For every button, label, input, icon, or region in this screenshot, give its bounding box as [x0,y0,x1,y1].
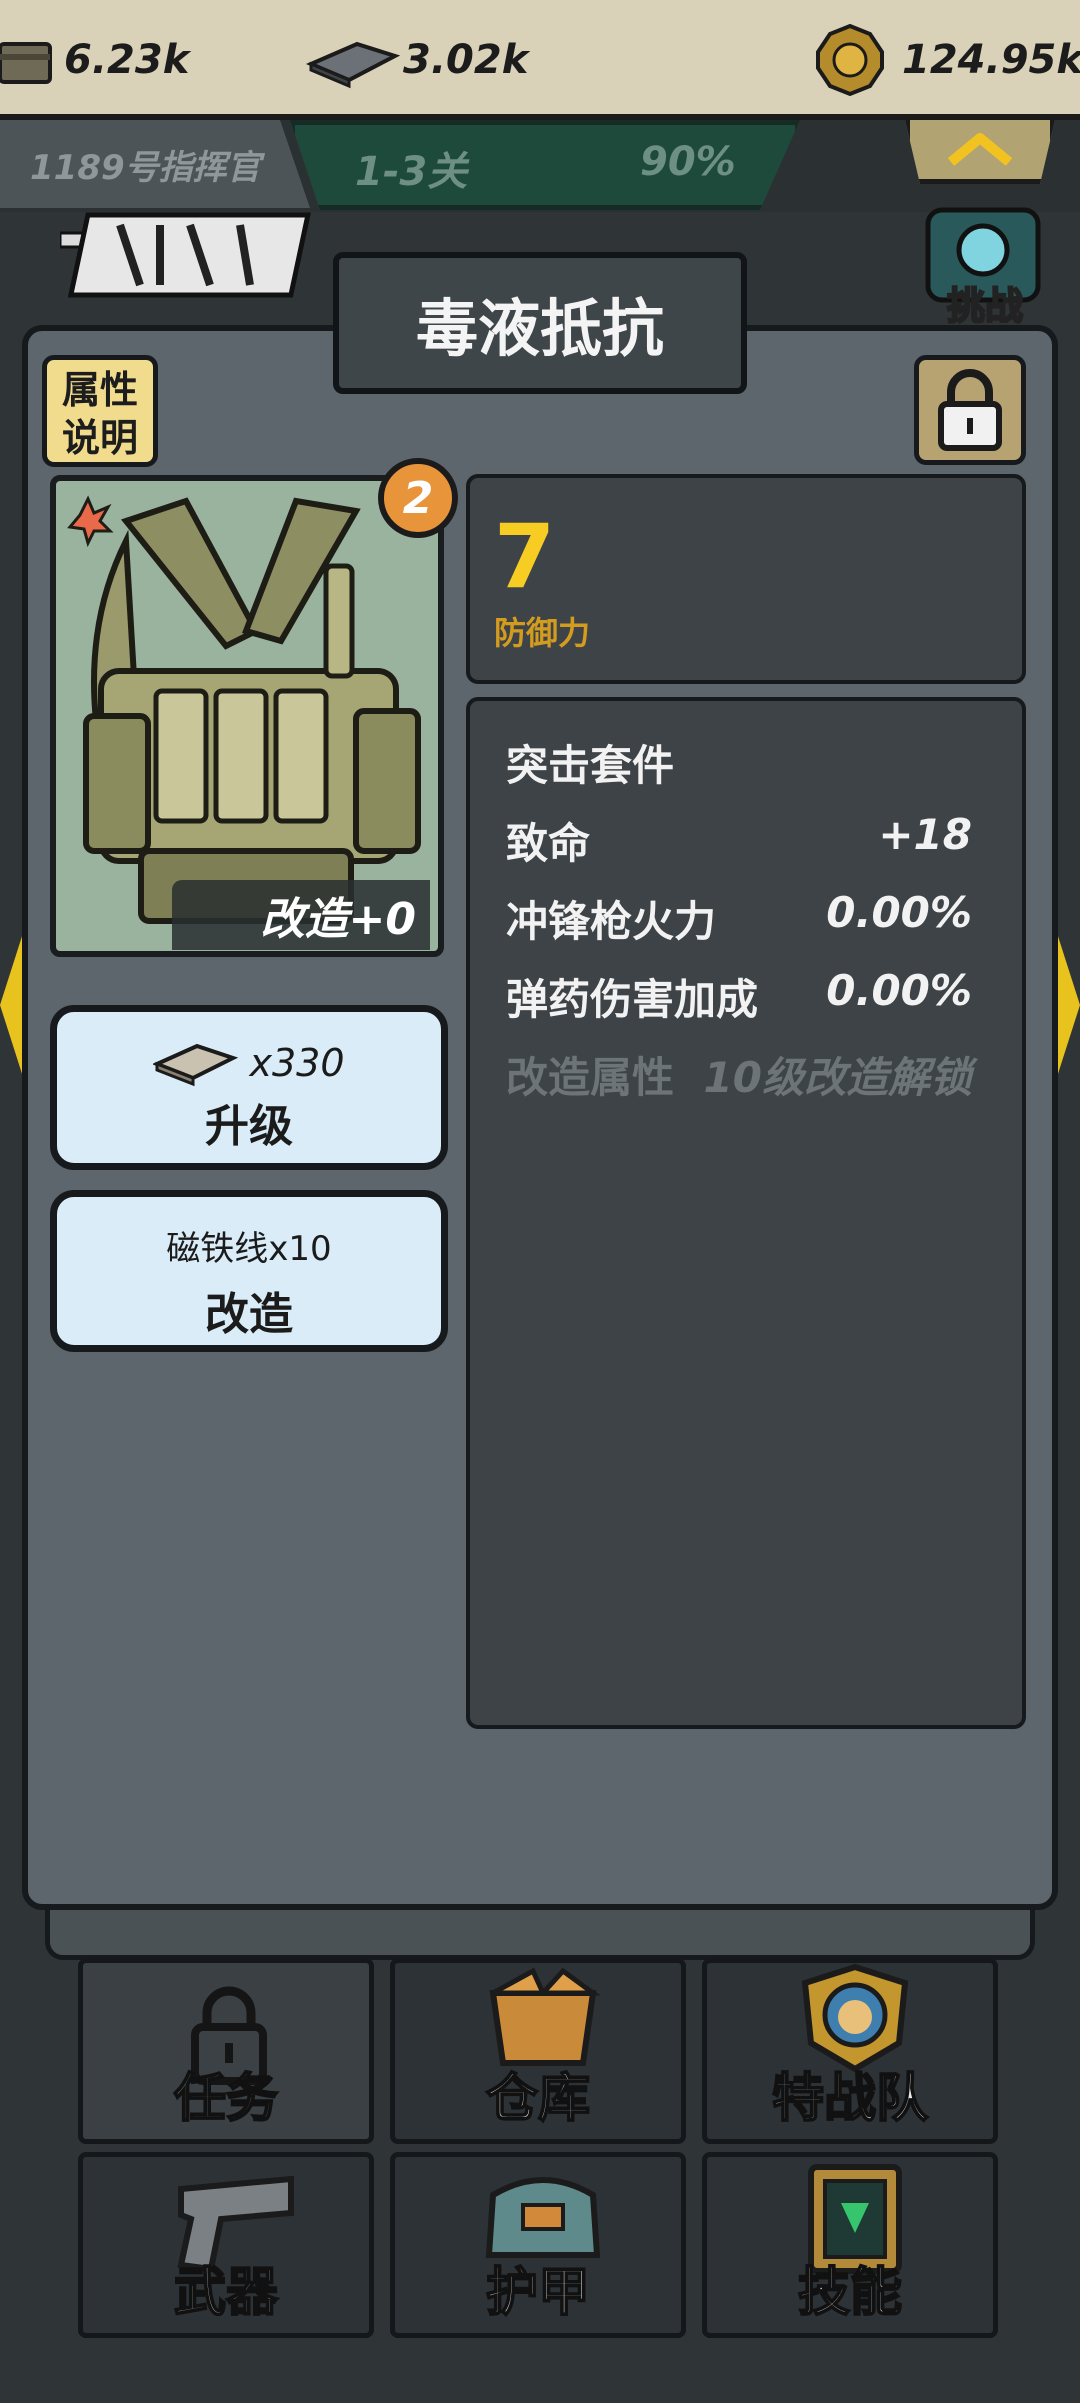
nav-weapon-label: 武器 [173,2262,279,2324]
stat-row: 弹药伤害加成 0.00% [506,966,972,1027]
ticket-icon [153,1043,239,1087]
attribute-info-button[interactable]: 属性 说明 [42,355,158,467]
resource-2-value: 3.02k [403,37,529,83]
set-name: 突击套件 [506,741,675,790]
lock-button[interactable] [914,355,1026,465]
progress-label: 90% [640,139,736,185]
stage-label: 1-3关 [355,149,468,195]
upgrade-cost: x330 [249,1041,345,1085]
stat-value: +18 [878,810,972,859]
commander-name: 1189号指挥官 [0,120,310,208]
upgrade-button[interactable]: x330 升级 [50,1005,448,1170]
modify-button[interactable]: 磁铁线x10 改造 [50,1190,448,1352]
stat-name: 弹药伤害加成 [506,975,759,1024]
nav-weapon-button[interactable]: 武器 [78,2152,374,2338]
resource-tickets: 3.02k [305,0,528,120]
modify-label: 改造 [205,1289,293,1340]
info-line-2: 说明 [61,416,138,460]
stat-value: 0.00% [826,966,972,1015]
ticket-stack-icon [305,41,401,89]
stage-progress[interactable]: 1-3关 90% [290,120,800,210]
nav-squad-label: 特战队 [771,2068,929,2130]
next-arrow[interactable] [1056,930,1080,1080]
stat-row: 致命 +18 [506,810,972,871]
nav-armor-label: 护甲 [485,2262,591,2324]
stat-value: 10级改造解锁 [703,1053,972,1102]
resource-chest: 6.23k [0,0,189,120]
chest-icon [0,42,52,84]
defense-label: 防御力 [494,614,591,652]
modify-cost: 磁铁线x10 [166,1229,332,1269]
nav-task-label: 任务 [173,2068,279,2130]
prev-arrow[interactable] [0,930,24,1080]
stat-name: 致命 [506,819,591,868]
defense-value: 7 [494,505,556,608]
nav-skill-button[interactable]: 技能 [702,2152,998,2338]
resource-1-value: 6.23k [64,37,190,83]
locked-stat-row: 改造属性 10级改造解锁 [506,1044,972,1105]
lock-icon [938,369,1002,451]
stat-name: 改造属性 [506,1053,675,1102]
info-line-1: 属性 [61,368,138,412]
nav-skill-label: 技能 [797,2262,903,2324]
modification-level: 改造+0 [172,880,430,950]
collapse-button[interactable] [905,120,1055,184]
resource-coins: 124.95k [812,0,1080,120]
chevron-up-icon [947,133,1013,166]
stat-value: 0.00% [826,888,972,937]
nav-warehouse-button[interactable]: 仓库 [390,1958,686,2144]
resource-3-value: 124.95k [902,37,1080,83]
modal-title: 毒液抵抗 [333,252,747,394]
nav-squad-button[interactable]: 特战队 [702,1958,998,2144]
nav-warehouse-label: 仓库 [485,2068,591,2130]
item-level-badge: 2 [378,458,458,538]
graffiti-banner [60,212,311,298]
nav-task-button[interactable]: 任务 [78,1958,374,2144]
gear-coin-icon [816,23,884,97]
stat-row: 冲锋枪火力 0.00% [506,888,972,949]
nav-armor-button[interactable]: 护甲 [390,2152,686,2338]
stat-name: 冲锋枪火力 [506,897,717,946]
upgrade-label: 升级 [205,1101,293,1152]
challenge-label: 挑战 [946,283,1024,329]
